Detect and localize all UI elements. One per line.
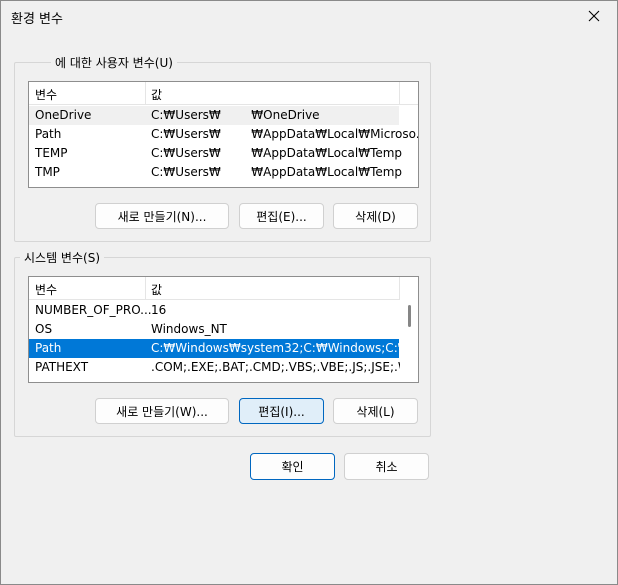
system-new-button[interactable]: 새로 만들기(W)...: [95, 398, 229, 424]
user-delete-button[interactable]: 삭제(D): [333, 203, 418, 229]
variable-name: OneDrive: [35, 108, 92, 122]
user-variables-group: 에 대한 사용자 변수(U) 변수 값 OneDrive C:₩Users₩ ₩…: [14, 54, 431, 242]
variable-name: TMP: [35, 165, 60, 179]
variable-value: 16: [151, 303, 167, 317]
variable-value: Windows_NT: [151, 322, 227, 336]
list-header: 변수 값: [29, 82, 418, 105]
system-edit-button[interactable]: 편집(I)...: [239, 398, 324, 424]
variable-value: C:₩Users₩ ₩AppData₩Local₩Microso...: [151, 127, 419, 141]
environment-variables-dialog: 환경 변수 에 대한 사용자 변수(U) 변수 값 OneDrive C:₩Us…: [0, 0, 618, 585]
table-row[interactable]: OneDrive C:₩Users₩ ₩OneDrive: [29, 106, 399, 125]
column-header-name[interactable]: 변수: [35, 281, 57, 298]
user-variables-label: 에 대한 사용자 변수(U): [51, 54, 177, 71]
title-bar[interactable]: 환경 변수: [1, 1, 617, 31]
column-divider[interactable]: [145, 82, 146, 104]
list-header: 변수 값: [29, 277, 418, 300]
table-row[interactable]: PATHEXT .COM;.EXE;.BAT;.CMD;.VBS;.VBE;.J…: [29, 358, 418, 377]
variable-value: C:₩Users₩ ₩AppData₩Local₩Temp: [151, 165, 403, 179]
scrollbar[interactable]: [400, 277, 418, 382]
column-divider[interactable]: [399, 82, 400, 104]
system-variables-list[interactable]: 변수 값 NUMBER_OF_PRO... 16 OS Windows_NT P…: [28, 276, 419, 383]
column-header-value[interactable]: 값: [151, 86, 162, 103]
variable-name: OS: [35, 322, 53, 336]
variable-name: NUMBER_OF_PRO...: [35, 303, 152, 317]
variable-value: C:₩Windows₩system32;C:₩Windows;C:₩...: [151, 341, 419, 355]
variable-value: C:₩Users₩ ₩OneDrive: [151, 108, 320, 122]
variable-name: TEMP: [35, 146, 68, 160]
table-row-selected[interactable]: Path C:₩Windows₩system32;C:₩Windows;C:₩.…: [29, 339, 418, 358]
system-variables-label: 시스템 변수(S): [20, 249, 104, 266]
close-icon: [588, 10, 600, 22]
user-new-button[interactable]: 새로 만들기(N)...: [95, 203, 229, 229]
table-row[interactable]: Path C:₩Users₩ ₩AppData₩Local₩Microso...: [29, 125, 418, 144]
table-row[interactable]: TEMP C:₩Users₩ ₩AppData₩Local₩Temp: [29, 144, 403, 163]
scrollbar-thumb[interactable]: [408, 305, 411, 327]
table-row[interactable]: NUMBER_OF_PRO... 16: [29, 301, 399, 320]
variable-value: .COM;.EXE;.BAT;.CMD;.VBS;.VBE;.JS;.JSE;.…: [151, 360, 419, 374]
variable-name: Path: [35, 127, 62, 141]
table-row[interactable]: TMP C:₩Users₩ ₩AppData₩Local₩Temp: [29, 163, 403, 182]
variable-name: PATHEXT: [35, 360, 89, 374]
system-delete-button[interactable]: 삭제(L): [333, 398, 418, 424]
variable-name: Path: [35, 341, 62, 355]
column-header-name[interactable]: 변수: [35, 86, 57, 103]
system-variables-group: 시스템 변수(S) 변수 값 NUMBER_OF_PRO... 16 OS Wi…: [14, 249, 431, 437]
column-header-value[interactable]: 값: [151, 281, 162, 298]
column-divider[interactable]: [145, 277, 146, 299]
window-title: 환경 변수: [11, 12, 63, 27]
user-variables-list[interactable]: 변수 값 OneDrive C:₩Users₩ ₩OneDrive Path C…: [28, 81, 419, 188]
table-row[interactable]: OS Windows_NT: [29, 320, 399, 339]
user-edit-button[interactable]: 편집(E)...: [239, 203, 324, 229]
variable-value: C:₩Users₩ ₩AppData₩Local₩Temp: [151, 146, 403, 160]
close-button[interactable]: [571, 1, 617, 31]
cancel-button[interactable]: 취소: [344, 453, 429, 480]
ok-button[interactable]: 확인: [250, 453, 335, 480]
